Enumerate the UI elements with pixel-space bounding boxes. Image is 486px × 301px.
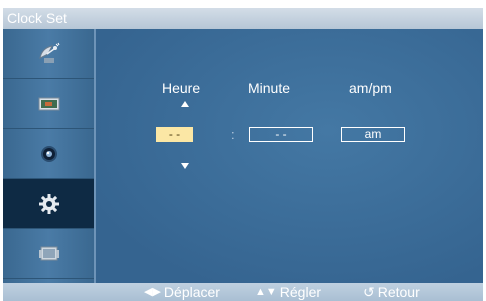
hour-decrease-arrow-icon[interactable]	[181, 163, 189, 169]
clock-set-osd: Clock Set Heure Minute am/pm - -: - - a…	[3, 8, 483, 301]
hour-increase-arrow-icon[interactable]	[181, 101, 189, 107]
hint-return: ↺ Retour	[363, 283, 420, 301]
ampm-label: am/pm	[349, 80, 392, 96]
sidebar-item-picture[interactable]	[3, 79, 94, 129]
sidebar	[3, 29, 94, 283]
minute-field[interactable]: - -	[249, 127, 313, 142]
window-title: Clock Set	[3, 8, 483, 29]
hint-adjust: ▲▼ Régler	[255, 283, 321, 301]
minute-label: Minute	[248, 80, 291, 96]
navigation-hint-bar: ◀▶ Déplacer ▲▼ Régler ↺ Retour	[3, 283, 483, 301]
time-separator: :	[231, 127, 235, 142]
hint-move: ◀▶ Déplacer	[144, 283, 220, 301]
left-right-arrows-icon: ◀▶	[144, 286, 161, 298]
sidebar-item-input[interactable]	[3, 29, 94, 79]
sidebar-item-setup[interactable]	[3, 179, 94, 229]
ampm-field[interactable]: am	[341, 127, 405, 142]
picture-icon	[38, 96, 60, 112]
setup-gear-icon	[38, 193, 60, 215]
satellite-dish-icon	[36, 42, 62, 66]
sidebar-item-sound[interactable]	[3, 129, 94, 179]
hint-move-label: Déplacer	[163, 284, 220, 300]
up-down-arrows-icon: ▲▼	[255, 286, 277, 298]
multi-control-icon	[38, 245, 60, 263]
sound-icon	[39, 144, 59, 164]
hour-label: Heure	[162, 80, 201, 96]
return-arrow-icon: ↺	[363, 284, 375, 300]
hour-field[interactable]: - -	[156, 127, 193, 142]
sidebar-item-multi-control[interactable]	[3, 229, 94, 279]
clock-set-panel: Heure Minute am/pm - - : - - am	[96, 29, 483, 283]
hint-return-label: Retour	[377, 284, 420, 300]
hint-adjust-label: Régler	[279, 284, 322, 300]
